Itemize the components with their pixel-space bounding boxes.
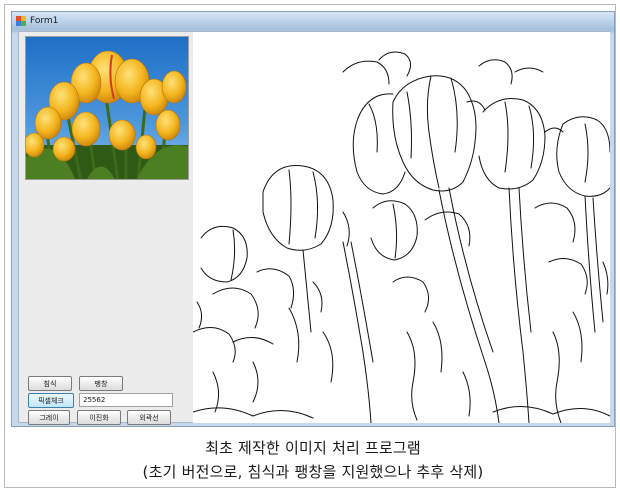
figure-caption: 최초 제작한 이미지 처리 프로그램 (초기 버전으로, 침식과 팽창을 지원했… <box>11 431 615 489</box>
gray-button[interactable]: 그레이 <box>28 410 70 425</box>
caption-line-2: (초기 버전으로, 침식과 팽창을 지원했으나 추후 삭제) <box>142 463 484 481</box>
app-window: Form1 침식 팽창 픽셀체크 25562 그레이 이진화 외곽선 <box>11 11 615 427</box>
dilation-button[interactable]: 팽창 <box>79 376 123 391</box>
caption-line-1: 최초 제작한 이미지 처리 프로그램 <box>205 439 421 457</box>
edge-drawing <box>193 51 610 423</box>
source-image <box>25 36 189 180</box>
client-area: 침식 팽창 픽셀체크 25562 그레이 이진화 외곽선 <box>18 31 610 425</box>
window-title: Form1 <box>30 16 59 26</box>
pixel-check-button[interactable]: 픽셀체크 <box>28 393 74 408</box>
erosion-button[interactable]: 침식 <box>28 376 72 391</box>
binarize-button[interactable]: 이진화 <box>77 410 121 425</box>
pixel-value-field[interactable]: 25562 <box>79 393 173 407</box>
app-icon <box>16 16 26 26</box>
outline-button[interactable]: 외곽선 <box>127 410 171 425</box>
title-bar[interactable]: Form1 <box>12 12 614 30</box>
edge-output-canvas <box>193 32 610 423</box>
figure-frame: Form1 침식 팽창 픽셀체크 25562 그레이 이진화 외곽선 최초 제작… <box>4 4 616 488</box>
tulip-photo <box>26 37 188 179</box>
